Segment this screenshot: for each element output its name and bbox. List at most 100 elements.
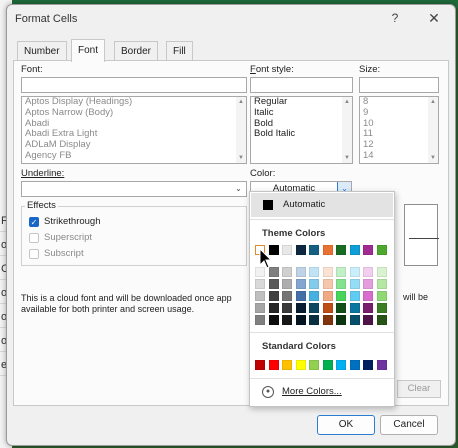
theme-tint-swatch[interactable] (282, 315, 292, 325)
font-style-list[interactable]: Regular Italic Bold Bold Italic ▲ ▼ (250, 96, 353, 164)
standard-color-swatch[interactable] (309, 360, 319, 370)
theme-tint-swatch[interactable] (336, 303, 346, 313)
theme-color-swatch[interactable] (309, 245, 319, 255)
ok-button[interactable]: OK (317, 415, 375, 435)
underline-select[interactable]: ⌄ (21, 181, 247, 197)
size-list-item[interactable]: 14 (360, 150, 438, 162)
theme-tint-swatch[interactable] (322, 303, 333, 313)
theme-color-swatch[interactable] (363, 245, 373, 255)
size-list-item[interactable]: 8 (360, 97, 438, 108)
theme-tint-swatch[interactable] (322, 315, 333, 325)
font-list[interactable]: Aptos Display (Headings) Aptos Narrow (Bo… (21, 96, 247, 164)
theme-tint-swatch[interactable] (255, 315, 265, 325)
chevron-down-icon[interactable]: ⌄ (231, 182, 246, 196)
theme-tint-swatch[interactable] (336, 315, 346, 325)
theme-tint-swatch[interactable] (336, 291, 346, 301)
theme-tint-swatch[interactable] (322, 267, 333, 277)
theme-tint-swatch[interactable] (349, 267, 360, 277)
tab-font[interactable]: Font (71, 39, 106, 62)
help-button[interactable]: ? (387, 10, 403, 26)
font-list-item[interactable]: Agency FB (22, 150, 246, 162)
font-list-item[interactable]: Aptos Narrow (Body) (22, 107, 246, 119)
theme-color-swatch[interactable] (376, 245, 387, 255)
theme-tint-swatch[interactable] (268, 291, 279, 301)
size-input[interactable] (359, 77, 439, 93)
theme-tint-swatch[interactable] (295, 315, 306, 325)
font-input[interactable] (21, 77, 247, 93)
theme-color-swatch[interactable] (349, 245, 360, 255)
theme-tint-swatch[interactable] (363, 267, 373, 277)
tab-number[interactable]: Number (17, 41, 67, 61)
theme-tint-swatch[interactable] (295, 279, 306, 289)
theme-tint-swatch[interactable] (268, 279, 279, 289)
theme-tint-swatch[interactable] (309, 315, 319, 325)
theme-tint-swatch[interactable] (349, 279, 360, 289)
theme-tint-swatch[interactable] (336, 279, 346, 289)
theme-tint-swatch[interactable] (376, 303, 387, 313)
theme-tint-swatch[interactable] (363, 291, 373, 301)
theme-color-swatch[interactable] (295, 245, 306, 255)
automatic-color-option[interactable]: Automatic (251, 193, 393, 217)
scroll-down-icon[interactable]: ▼ (237, 154, 245, 162)
theme-tint-swatch[interactable] (376, 279, 387, 289)
close-button[interactable]: ✕ (425, 9, 443, 27)
scroll-down-icon[interactable]: ▼ (429, 154, 437, 162)
clear-button[interactable]: Clear (397, 380, 441, 398)
standard-color-swatch[interactable] (282, 360, 292, 370)
standard-color-swatch[interactable] (255, 360, 265, 370)
theme-tint-swatch[interactable] (363, 279, 373, 289)
theme-tint-swatch[interactable] (255, 279, 265, 289)
font-style-list-item[interactable]: Italic (251, 107, 352, 119)
theme-tint-swatch[interactable] (363, 315, 373, 325)
theme-tint-swatch[interactable] (295, 291, 306, 301)
theme-tint-swatch[interactable] (376, 315, 387, 325)
theme-tint-swatch[interactable] (349, 303, 360, 313)
strikethrough-checkbox[interactable]: ✓ (29, 217, 39, 227)
theme-tint-swatch[interactable] (268, 303, 279, 313)
scroll-up-icon[interactable]: ▲ (343, 98, 351, 106)
standard-color-swatch[interactable] (376, 360, 387, 370)
more-colors-option[interactable]: ● More Colors... (250, 380, 394, 404)
tab-border[interactable]: Border (114, 41, 159, 61)
theme-tint-swatch[interactable] (255, 291, 265, 301)
theme-tint-swatch[interactable] (309, 279, 319, 289)
tab-fill[interactable]: Fill (166, 41, 193, 61)
font-style-list-item[interactable]: Bold Italic (251, 129, 352, 140)
standard-color-swatch[interactable] (349, 360, 360, 370)
scroll-up-icon[interactable]: ▲ (237, 98, 245, 106)
theme-tint-swatch[interactable] (295, 303, 306, 313)
theme-tint-swatch[interactable] (322, 291, 333, 301)
subscript-checkbox[interactable] (29, 249, 39, 259)
theme-tint-swatch[interactable] (376, 291, 387, 301)
scroll-down-icon[interactable]: ▼ (343, 154, 351, 162)
theme-tint-swatch[interactable] (309, 291, 319, 301)
theme-tint-swatch[interactable] (268, 315, 279, 325)
standard-color-swatch[interactable] (322, 360, 333, 370)
theme-tint-swatch[interactable] (282, 279, 292, 289)
theme-tint-swatch[interactable] (349, 291, 360, 301)
theme-tint-swatch[interactable] (282, 291, 292, 301)
standard-color-swatch[interactable] (295, 360, 306, 370)
font-list-scrollbar[interactable]: ▲ ▼ (236, 97, 246, 163)
standard-color-swatch[interactable] (363, 360, 373, 370)
size-list-scrollbar[interactable]: ▲ ▼ (428, 97, 438, 163)
superscript-checkbox[interactable] (29, 233, 39, 243)
font-style-scrollbar[interactable]: ▲ ▼ (342, 97, 352, 163)
scroll-up-icon[interactable]: ▲ (429, 98, 437, 106)
theme-tint-swatch[interactable] (376, 267, 387, 277)
theme-tint-swatch[interactable] (349, 315, 360, 325)
font-style-input[interactable] (250, 77, 353, 93)
theme-tint-swatch[interactable] (282, 267, 292, 277)
theme-tint-swatch[interactable] (363, 303, 373, 313)
theme-tint-swatch[interactable] (309, 303, 319, 313)
cancel-button[interactable]: Cancel (380, 415, 438, 435)
standard-color-swatch[interactable] (268, 360, 279, 370)
theme-tint-swatch[interactable] (336, 267, 346, 277)
theme-color-swatch[interactable] (322, 245, 333, 255)
theme-tint-swatch[interactable] (322, 279, 333, 289)
standard-color-swatch[interactable] (336, 360, 346, 370)
theme-tint-swatch[interactable] (295, 267, 306, 277)
theme-tint-swatch[interactable] (255, 303, 265, 313)
theme-color-swatch[interactable] (282, 245, 292, 255)
theme-tint-swatch[interactable] (282, 303, 292, 313)
